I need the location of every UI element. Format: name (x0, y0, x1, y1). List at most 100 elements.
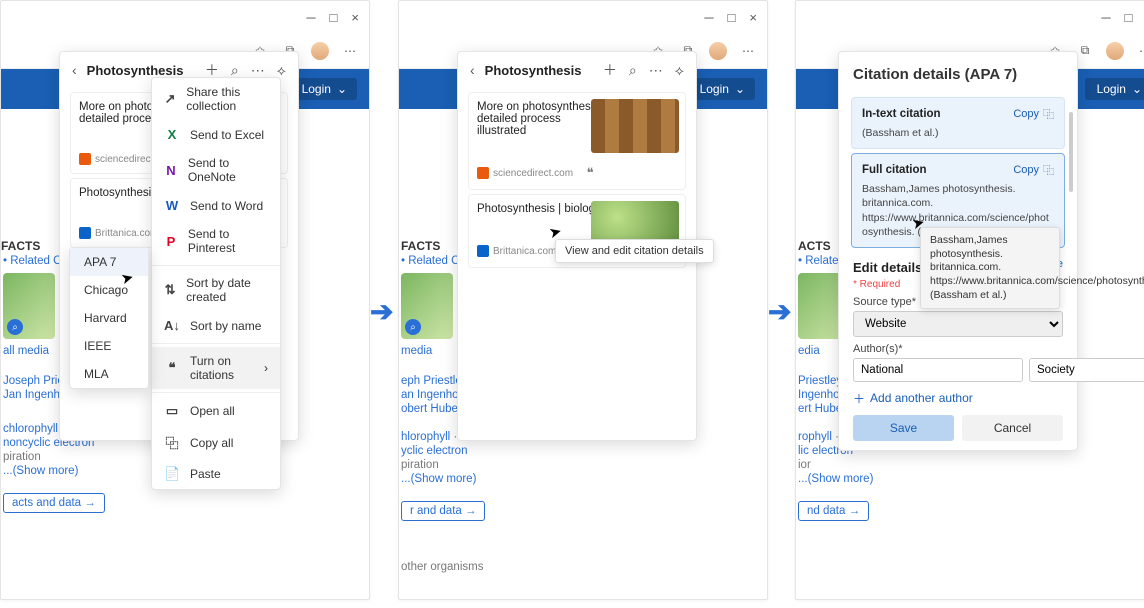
collections-icon[interactable]: ⧉ (1076, 43, 1094, 58)
maximize-button[interactable]: □ (1125, 10, 1133, 25)
copy-full-button[interactable]: Copy ⿻ (1013, 162, 1054, 178)
citation-tooltip: View and edit citation details (555, 239, 714, 263)
menu-open-all[interactable]: ▭Open all (152, 396, 280, 426)
card-source: Brittanica.com (95, 228, 158, 239)
style-mla[interactable]: MLA (70, 360, 148, 388)
style-chicago[interactable]: Chicago (70, 276, 148, 304)
panel-more-icon[interactable]: ⋯ (249, 62, 267, 79)
pin-icon[interactable]: ⟡ (673, 62, 686, 79)
copy-icon: ⿻ (1043, 162, 1054, 178)
author-last-input[interactable] (1029, 358, 1144, 382)
article-image: ⌕ (3, 273, 55, 339)
citation-icon[interactable]: ❝ (587, 165, 594, 181)
site-favicon (477, 167, 489, 179)
cancel-button[interactable]: Cancel (962, 415, 1063, 441)
pinterest-icon: P (164, 234, 178, 249)
site-favicon (477, 245, 489, 257)
authors-label: Author(s)* (853, 343, 1063, 355)
menu-send-word[interactable]: WSend to Word (152, 191, 280, 220)
menu-share[interactable]: ↗Share this collection (152, 78, 280, 120)
intext-citation-box: In-text citation Copy ⿻ (Bassham et al.) (851, 97, 1065, 149)
search-icon[interactable]: ⌕ (229, 62, 241, 79)
text-piration: piration...(Show more) (401, 459, 757, 485)
add-icon[interactable]: ＋ (601, 60, 619, 80)
card-source: Brittanica.com (493, 246, 556, 257)
login-label: Login (302, 82, 331, 96)
article-image: ⌕ (401, 273, 453, 339)
profile-avatar[interactable] (311, 42, 329, 60)
menu-send-excel[interactable]: XSend to Excel (152, 120, 280, 149)
menu-send-onenote[interactable]: NSend to OneNote (152, 149, 280, 191)
site-favicon (79, 153, 91, 165)
citation-style-submenu: APA 7 Chicago Harvard IEEE MLA (69, 247, 149, 389)
cta-facts-data[interactable]: r and data → (401, 501, 485, 521)
back-icon[interactable]: ‹ (70, 62, 79, 78)
source-type-select[interactable]: Website (853, 311, 1063, 337)
intext-label: In-text citation (862, 108, 941, 120)
site-favicon (79, 227, 91, 239)
cta-facts-data[interactable]: acts and data → (3, 493, 105, 513)
profile-avatar[interactable] (709, 42, 727, 60)
link-electron[interactable]: yclic electron (401, 445, 757, 457)
sort-icon: ⇅ (164, 282, 176, 298)
menu-sort-date[interactable]: ⇅Sort by date created (152, 269, 280, 311)
style-ieee[interactable]: IEEE (70, 332, 148, 360)
pin-icon[interactable]: ⟡ (275, 62, 288, 79)
card-thumbnail (591, 99, 679, 153)
share-icon: ↗ (164, 91, 176, 107)
toolbar-more-icon[interactable]: ⋯ (739, 44, 757, 58)
maximize-button[interactable]: □ (330, 10, 338, 25)
minimize-button[interactable]: ─ (704, 10, 713, 25)
card-source: sciencedirect.com (493, 168, 573, 179)
collection-title: Photosynthesis (485, 63, 593, 78)
zoom-icon[interactable]: ⌕ (405, 319, 421, 335)
zoom-icon[interactable]: ⌕ (7, 319, 23, 335)
close-button[interactable]: × (749, 10, 757, 25)
close-button[interactable]: × (351, 10, 359, 25)
chevron-down-icon: ⌄ (735, 82, 745, 96)
login-button[interactable]: Login ⌄ (290, 78, 357, 100)
cta-facts-data[interactable]: nd data → (798, 501, 869, 521)
chevron-down-icon: ⌄ (337, 82, 347, 96)
style-harvard[interactable]: Harvard (70, 304, 148, 332)
required-note: * Required (853, 279, 900, 290)
quote-icon: ❝ (164, 360, 180, 376)
intext-body: (Bassham et al.) (862, 126, 1054, 140)
profile-avatar[interactable] (1106, 42, 1124, 60)
add-author-button[interactable]: ＋ Add another author (853, 390, 1063, 407)
window-title-bar: ─ □ × (399, 1, 767, 33)
toolbar-more-icon[interactable]: ⋯ (1136, 44, 1144, 58)
scrollbar[interactable] (1069, 112, 1073, 192)
window-title-bar: ─ □ × (1, 1, 369, 33)
menu-paste[interactable]: 📄Paste (152, 459, 280, 489)
collections-overflow-menu: ↗Share this collection XSend to Excel NS… (151, 77, 281, 490)
sort-az-icon: A↓ (164, 318, 180, 333)
menu-sort-name[interactable]: A↓Sort by name (152, 311, 280, 340)
menu-turn-on-citations[interactable]: ❝Turn on citations› (152, 347, 280, 389)
minimize-button[interactable]: ─ (1101, 10, 1110, 25)
collection-card[interactable]: More on photosynthesis - detailed proces… (468, 92, 686, 190)
back-icon[interactable]: ‹ (468, 62, 477, 78)
save-button[interactable]: Save (853, 415, 954, 441)
minimize-button[interactable]: ─ (306, 10, 315, 25)
author-first-input[interactable] (853, 358, 1023, 382)
text-organisms: other organisms (401, 561, 483, 573)
style-apa7[interactable]: APA 7 (70, 248, 148, 276)
word-icon: W (164, 198, 180, 213)
flow-arrow-icon: ➔ (768, 295, 791, 328)
search-icon[interactable]: ⌕ (627, 62, 639, 79)
login-button[interactable]: Login ⌄ (1085, 78, 1144, 100)
login-label: Login (1097, 82, 1126, 96)
toolbar-more-icon[interactable]: ⋯ (341, 44, 359, 58)
plus-icon: ＋ (853, 390, 865, 407)
chevron-down-icon: ⌄ (1132, 82, 1142, 96)
panel-more-icon[interactable]: ⋯ (647, 62, 665, 79)
copy-icon: ⿻ (164, 433, 180, 452)
onenote-icon: N (164, 163, 178, 178)
copy-intext-button[interactable]: Copy ⿻ (1013, 106, 1054, 122)
menu-copy-all[interactable]: ⿻Copy all (152, 426, 280, 459)
copy-icon: ⿻ (1043, 106, 1054, 122)
login-button[interactable]: Login ⌄ (688, 78, 755, 100)
menu-send-pinterest[interactable]: PSend to Pinterest (152, 220, 280, 262)
maximize-button[interactable]: □ (728, 10, 736, 25)
